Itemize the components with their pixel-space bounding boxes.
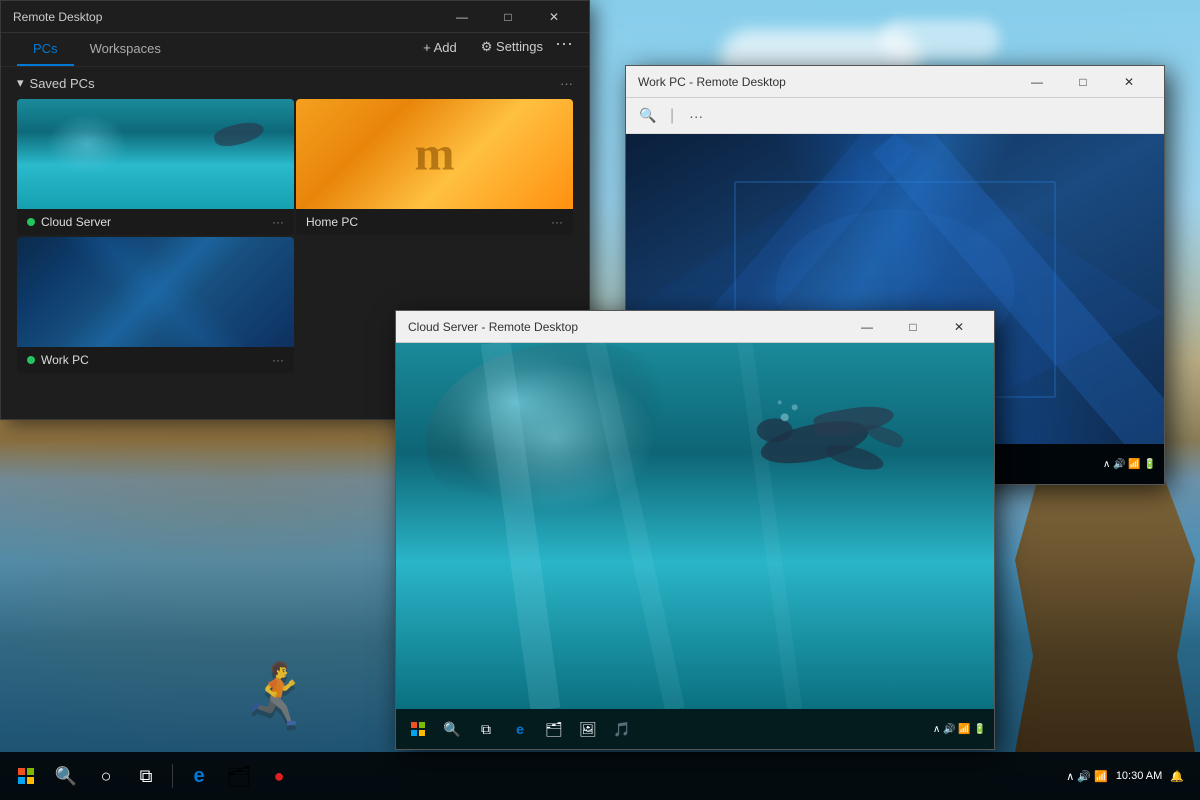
pc-card-cloud-server[interactable]: Cloud Server ··· <box>17 99 294 235</box>
sky-cloud-2 <box>880 20 1000 60</box>
cloud-taskbar-windows-icon[interactable] <box>404 715 432 743</box>
tab-pcs[interactable]: PCs <box>17 33 74 66</box>
toolbar-more-button[interactable]: ··· <box>555 33 573 66</box>
main-close-button[interactable]: ✕ <box>531 1 577 33</box>
cloud-server-more-button[interactable]: ··· <box>272 215 284 229</box>
host-system-tray: ∧ 🔊 📶 10:30 AM 🔔 <box>1066 770 1192 783</box>
saved-pcs-section-header: ▾ Saved PCs ··· <box>1 67 589 99</box>
main-window-title: Remote Desktop <box>13 10 439 24</box>
taskbar-clock: 10:30 AM <box>1116 770 1162 782</box>
runner-silhouette: 🏃 <box>240 659 315 730</box>
cloud-taskbar-system-tray: ∧ 🔊 📶 🔋 <box>933 724 986 735</box>
cloud-window-title: Cloud Server - Remote Desktop <box>408 320 844 334</box>
work-window-controls: — □ ✕ <box>1014 66 1152 98</box>
pc-thumbnail-cloud <box>17 99 294 209</box>
cloud-tray-icons: ∧ 🔊 📶 🔋 <box>933 724 986 735</box>
work-pc-status-dot <box>27 356 35 364</box>
main-minimize-button[interactable]: — <box>439 1 485 33</box>
cloud-rd-window: Cloud Server - Remote Desktop — □ ✕ <box>395 310 995 750</box>
main-window-controls: — □ ✕ <box>439 1 577 33</box>
add-button[interactable]: + Add <box>411 33 469 61</box>
work-tray-icons: ∧ 🔊 📶 🔋 <box>1103 459 1156 470</box>
work-pc-more-button[interactable]: ··· <box>272 353 284 367</box>
cloud-server-status-dot <box>27 218 35 226</box>
saved-pcs-more-button[interactable]: ··· <box>560 76 573 91</box>
pc-label-home: Home PC ··· <box>296 209 573 235</box>
work-taskbar-system-tray: ∧ 🔊 📶 🔋 <box>1103 459 1156 470</box>
host-taskview-icon[interactable]: ⧉ <box>128 758 164 794</box>
work-window-toolbar: 🔍 | ··· <box>626 98 1164 134</box>
cloud-taskbar-taskview-icon[interactable]: ⧉ <box>472 715 500 743</box>
host-edge-icon[interactable]: e <box>181 758 217 794</box>
work-minimize-button[interactable]: — <box>1014 66 1060 98</box>
host-tray-icons: ∧ 🔊 📶 <box>1066 770 1108 783</box>
saved-pcs-label: Saved PCs <box>30 76 95 91</box>
pc-thumbnail-home <box>296 99 573 209</box>
cloud-remote-taskbar: 🔍 ⧉ e 🗂 🖼 🎵 ∧ 🔊 📶 🔋 <box>396 709 994 749</box>
host-taskbar: 🔍 ○ ⧉ e 🗂 ● ∧ 🔊 📶 10:30 AM 🔔 <box>0 752 1200 800</box>
main-window-titlebar: Remote Desktop — □ ✕ <box>1 1 589 33</box>
cloud-remote-desktop <box>396 343 994 709</box>
settings-button[interactable]: ⚙ Settings <box>469 33 555 61</box>
work-toolbar-separator: | <box>670 107 674 125</box>
home-pc-more-button[interactable]: ··· <box>551 215 563 229</box>
host-windows-button[interactable] <box>8 758 44 794</box>
saved-pcs-chevron: ▾ <box>17 75 24 91</box>
work-window-titlebar: Work PC - Remote Desktop — □ ✕ <box>626 66 1164 98</box>
cloud-taskbar-photos-icon[interactable]: 🖼 <box>574 715 602 743</box>
pc-card-work-pc[interactable]: Work PC ··· <box>17 237 294 373</box>
work-zoom-button[interactable]: 🔍 <box>634 102 662 130</box>
pc-thumbnail-work <box>17 237 294 347</box>
work-more-button[interactable]: ··· <box>682 102 710 130</box>
cloud-taskbar-edge-icon[interactable]: e <box>506 715 534 743</box>
cloud-window-titlebar: Cloud Server - Remote Desktop — □ ✕ <box>396 311 994 343</box>
desktop: 🏃 Remote Desktop — □ ✕ PCs Workspaces + … <box>0 0 1200 800</box>
cloud-taskbar-search-icon[interactable]: 🔍 <box>438 715 466 743</box>
cloud-maximize-button[interactable]: □ <box>890 311 936 343</box>
host-search-icon[interactable]: 🔍 <box>48 758 84 794</box>
cloud-minimize-button[interactable]: — <box>844 311 890 343</box>
work-window-title: Work PC - Remote Desktop <box>638 75 1014 89</box>
work-pc-name: Work PC <box>41 353 89 367</box>
work-maximize-button[interactable]: □ <box>1060 66 1106 98</box>
host-rd-icon[interactable]: ● <box>261 758 297 794</box>
cloud-server-name: Cloud Server <box>41 215 111 229</box>
cloud-close-button[interactable]: ✕ <box>936 311 982 343</box>
swimmer-element <box>794 403 914 453</box>
pc-card-home-pc[interactable]: Home PC ··· <box>296 99 573 235</box>
main-maximize-button[interactable]: □ <box>485 1 531 33</box>
home-pc-name: Home PC <box>306 215 358 229</box>
pc-label-work: Work PC ··· <box>17 347 294 373</box>
host-explorer-icon[interactable]: 🗂 <box>221 758 257 794</box>
work-close-button[interactable]: ✕ <box>1106 66 1152 98</box>
main-tabs: PCs Workspaces + Add ⚙ Settings ··· <box>1 33 589 67</box>
tab-workspaces[interactable]: Workspaces <box>74 33 177 66</box>
cloud-taskbar-explorer-icon[interactable]: 🗂 <box>540 715 568 743</box>
pc-label-cloud: Cloud Server ··· <box>17 209 294 235</box>
taskbar-separator-1 <box>172 764 173 788</box>
cloud-desktop-svg <box>396 343 994 709</box>
cloud-taskbar-extra-icon[interactable]: 🎵 <box>608 715 636 743</box>
host-notification-icon[interactable]: 🔔 <box>1170 770 1184 783</box>
cloud-window-controls: — □ ✕ <box>844 311 982 343</box>
host-cortana-icon[interactable]: ○ <box>88 758 124 794</box>
